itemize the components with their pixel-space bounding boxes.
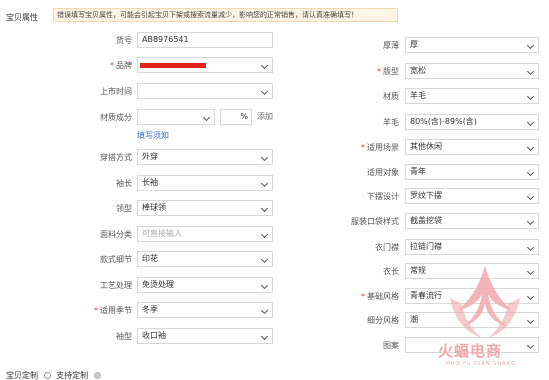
customization-label: 宝贝定制 <box>6 371 38 380</box>
shangshi-select[interactable] <box>137 83 273 99</box>
koudai-select[interactable]: 截盖挖袋 <box>405 213 539 229</box>
houbao-select[interactable]: 厚 <box>405 37 539 53</box>
label-xiabai: 下摆设计 <box>367 192 399 201</box>
xiabai-select[interactable]: 罗纹下摆 <box>405 188 539 204</box>
caizhi-select[interactable]: 羊毛 <box>405 88 539 104</box>
label-xiuxing: 袖型 <box>116 332 132 341</box>
caizhi-chengfen-select[interactable] <box>137 109 215 125</box>
xiuchang-select[interactable]: 长袖 <box>137 175 273 191</box>
watermark-text: 火蝠电商 <box>438 342 503 360</box>
label-chuanda: 穿搭方式 <box>100 153 132 162</box>
add-material-button[interactable]: 添加 <box>257 111 273 122</box>
label-changjing: * 适用场景 <box>361 143 399 152</box>
label-mianliao: 面料分类 <box>100 230 132 239</box>
duixiang-select[interactable]: 青年 <box>405 164 539 180</box>
label-tuan: 图案 <box>383 341 399 350</box>
help-icon[interactable] <box>93 372 101 379</box>
label-caizhi: 材质 <box>383 92 399 101</box>
customization-option[interactable]: 支持定制 <box>56 371 88 380</box>
label-pinpai: * 品牌 <box>110 61 132 70</box>
section-title: 宝贝属性 <box>6 13 38 22</box>
label-huohao: 货号 <box>116 36 132 45</box>
kuanshi-select[interactable]: 印花 <box>137 251 273 267</box>
jijie-select[interactable]: 冬季 <box>137 302 273 318</box>
notice-banner: 错误填写宝贝属性，可能会引起宝贝下架或搜索流量减少，影响您的正常销售，请认真准确… <box>53 8 398 22</box>
xiuxing-select[interactable]: 收口袖 <box>137 328 273 344</box>
chuanda-select[interactable]: 外穿 <box>137 149 273 165</box>
label-gongyi: 工艺处理 <box>100 281 132 290</box>
label-caizhi-chengfen: 材质成分 <box>100 113 132 122</box>
label-xifen-fengge: 细分风格 <box>367 316 399 325</box>
mianliao-select[interactable]: 可直接输入 <box>137 226 273 242</box>
brand-redaction <box>140 63 206 68</box>
label-koudai: 服装口袋样式 <box>351 217 399 226</box>
yimenjin-select[interactable]: 拉链门襟 <box>405 239 539 255</box>
label-yichang: 衣长 <box>383 267 399 276</box>
changjing-select[interactable]: 其他休闲 <box>405 139 539 155</box>
yangmao-select[interactable]: 80%(含)-89%(含) <box>405 114 539 130</box>
banxing-select[interactable]: 宽松 <box>405 63 539 79</box>
label-kuanshi: 款式细节 <box>100 255 132 264</box>
label-yimenjin: 衣门襟 <box>375 243 399 252</box>
huohao-input[interactable]: AB8976541 <box>137 32 273 48</box>
label-shangshi: 上市时间 <box>100 87 132 96</box>
label-houbao: 厚薄 <box>383 41 399 50</box>
label-jichu-fengge: * 基础风格 <box>361 292 399 301</box>
customization-row: 宝贝定制 支持定制 <box>6 370 104 380</box>
label-lingxing: 领型 <box>116 204 132 213</box>
label-banxing: * 版型 <box>377 67 399 76</box>
pinpai-select[interactable] <box>137 57 273 73</box>
guide-link[interactable]: 填写须知 <box>137 130 169 141</box>
watermark-subtext: HUO FU DIAN SHANG <box>446 361 517 367</box>
label-jijie: * 适用季节 <box>94 306 132 315</box>
percent-input[interactable]: % <box>220 109 252 125</box>
label-xiuchang: 袖长 <box>116 179 132 188</box>
lingxing-select[interactable]: 棒球领 <box>137 200 273 216</box>
label-duixiang: 适用对象 <box>367 168 399 177</box>
label-yangmao: 羊毛 <box>383 118 399 127</box>
customization-checkbox[interactable] <box>43 372 51 379</box>
gongyi-select[interactable]: 免烫处理 <box>137 277 273 293</box>
